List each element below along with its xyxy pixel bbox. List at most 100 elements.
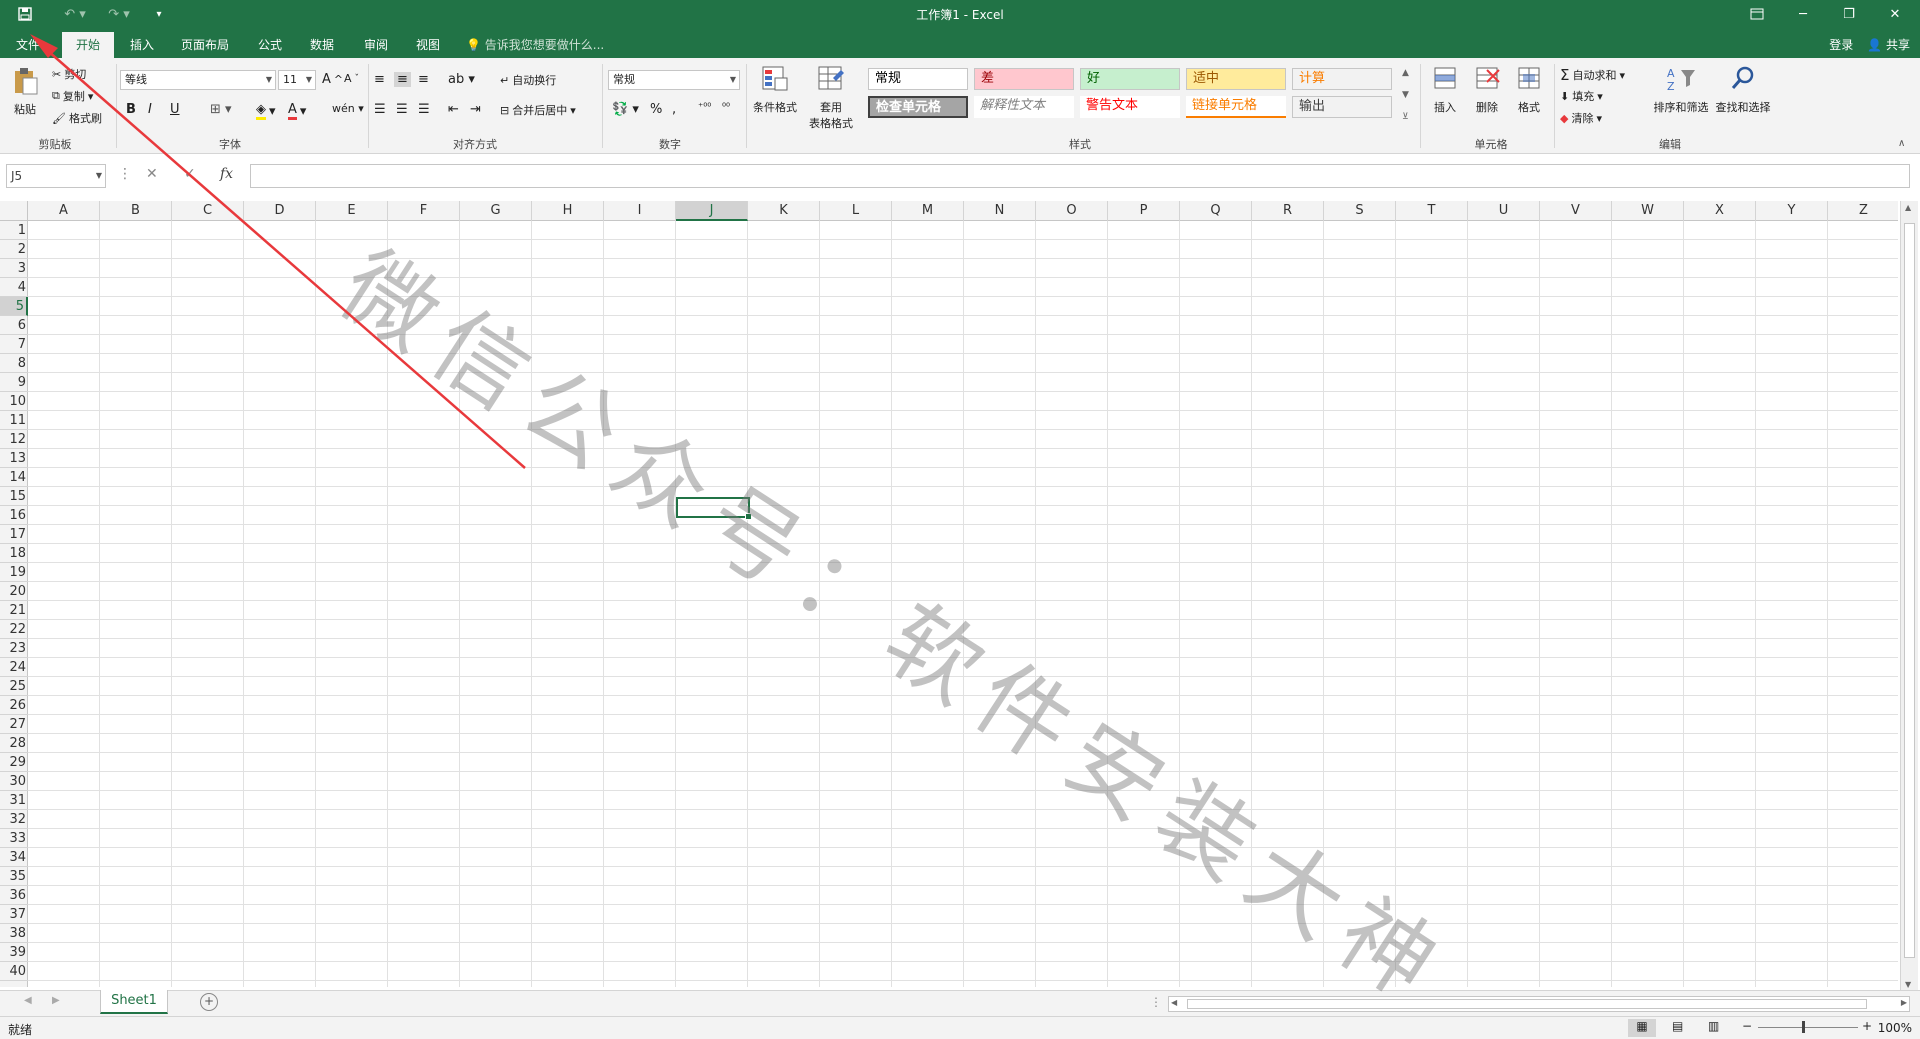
increase-indent-icon[interactable]: ⇥ xyxy=(470,102,481,117)
decrease-decimal-icon[interactable]: ⁰⁰ xyxy=(722,102,730,113)
cancel-icon[interactable]: ✕ xyxy=(146,166,158,182)
tab-home[interactable]: 开始 xyxy=(62,32,114,58)
tab-data[interactable]: 数据 xyxy=(300,32,344,58)
row-header[interactable]: 1 xyxy=(0,221,28,240)
page-layout-view-icon[interactable]: ▤ xyxy=(1672,1019,1683,1033)
split-handle-icon[interactable]: ⋮ xyxy=(1150,995,1162,1009)
font-color-icon[interactable]: A ▾ xyxy=(288,102,306,120)
font-name-select[interactable]: 等线 ▼ xyxy=(120,70,276,90)
merge-center-button[interactable]: ⊟ 合并后居中 ▾ xyxy=(500,102,576,118)
row-header[interactable]: 25 xyxy=(0,677,28,696)
sheet-next-icon[interactable]: ▶ xyxy=(52,995,60,1006)
h-scroll-thumb[interactable] xyxy=(1187,999,1867,1009)
scroll-up-icon[interactable]: ▲ xyxy=(1905,203,1911,212)
close-icon[interactable]: ✕ xyxy=(1872,0,1918,28)
cell-style-item[interactable]: 差 xyxy=(974,68,1074,90)
column-header[interactable]: H xyxy=(532,201,604,221)
zoom-level[interactable]: 100% xyxy=(1878,1021,1912,1035)
column-header[interactable]: R xyxy=(1252,201,1324,221)
row-header[interactable]: 15 xyxy=(0,487,28,506)
find-select-button[interactable]: 查找和选择 xyxy=(1712,64,1774,115)
tab-formulas[interactable]: 公式 xyxy=(248,32,292,58)
gallery-up-icon[interactable]: ▲ xyxy=(1402,68,1409,78)
tab-insert[interactable]: 插入 xyxy=(120,32,164,58)
ribbon-display-icon[interactable] xyxy=(1734,0,1780,28)
row-header[interactable]: 30 xyxy=(0,772,28,791)
column-header[interactable]: K xyxy=(748,201,820,221)
row-header[interactable]: 23 xyxy=(0,639,28,658)
cell-style-item[interactable]: 检查单元格 xyxy=(868,96,968,118)
row-header[interactable]: 24 xyxy=(0,658,28,677)
gallery-more-icon[interactable]: ⊻ xyxy=(1402,112,1409,122)
row-header[interactable]: 33 xyxy=(0,829,28,848)
row-header[interactable]: 20 xyxy=(0,582,28,601)
wrap-text-button[interactable]: ↵ 自动换行 xyxy=(500,72,556,88)
row-header[interactable]: 6 xyxy=(0,316,28,335)
percent-button[interactable]: % xyxy=(650,102,662,117)
row-header[interactable]: 16 xyxy=(0,506,28,525)
minimize-icon[interactable]: ─ xyxy=(1780,0,1826,28)
column-header[interactable]: E xyxy=(316,201,388,221)
increase-decimal-icon[interactable]: ⁺⁰⁰ xyxy=(698,102,711,113)
align-bottom-icon[interactable]: ≡ xyxy=(418,72,429,87)
underline-button[interactable]: U xyxy=(170,102,180,117)
grow-font-button[interactable]: A ^ xyxy=(322,72,343,87)
row-header[interactable]: 7 xyxy=(0,335,28,354)
row-header[interactable]: 22 xyxy=(0,620,28,639)
cell-style-item[interactable]: 好 xyxy=(1080,68,1180,90)
italic-button[interactable]: I xyxy=(148,102,152,117)
column-header[interactable]: V xyxy=(1540,201,1612,221)
comma-icon[interactable]: , xyxy=(672,102,676,117)
gallery-down-icon[interactable]: ▼ xyxy=(1402,90,1409,100)
scroll-right-icon[interactable]: ▶ xyxy=(1901,998,1907,1007)
vertical-scrollbar[interactable]: ▲ ▼ xyxy=(1900,201,1918,991)
decrease-indent-icon[interactable]: ⇤ xyxy=(448,102,459,117)
cell-style-item[interactable]: 常规 xyxy=(868,68,968,90)
normal-view-icon[interactable]: ▦ xyxy=(1628,1019,1656,1037)
tell-me-box[interactable]: 💡 告诉我您想要做什么... xyxy=(466,32,604,58)
zoom-out-icon[interactable]: − xyxy=(1742,1019,1752,1033)
row-header[interactable]: 36 xyxy=(0,886,28,905)
column-header[interactable]: O xyxy=(1036,201,1108,221)
cell-style-item[interactable]: 链接单元格 xyxy=(1186,96,1286,118)
column-header[interactable]: C xyxy=(172,201,244,221)
column-header[interactable]: Z xyxy=(1828,201,1898,221)
bold-button[interactable]: B xyxy=(126,102,136,117)
zoom-slider[interactable] xyxy=(1758,1027,1858,1028)
select-all-corner[interactable] xyxy=(0,201,28,221)
border-icon[interactable]: ⊞ ▾ xyxy=(210,102,232,117)
row-header[interactable]: 32 xyxy=(0,810,28,829)
formula-input[interactable] xyxy=(250,164,1910,188)
column-header[interactable]: J xyxy=(676,201,748,221)
tab-view[interactable]: 视图 xyxy=(406,32,450,58)
row-header[interactable]: 37 xyxy=(0,905,28,924)
phonetic-icon[interactable]: wén ▾ xyxy=(332,102,364,115)
column-header[interactable]: D xyxy=(244,201,316,221)
column-header[interactable]: N xyxy=(964,201,1036,221)
column-header[interactable]: X xyxy=(1684,201,1756,221)
cell-style-item[interactable]: 计算 xyxy=(1292,68,1392,90)
tab-page-layout[interactable]: 页面布局 xyxy=(172,32,238,58)
align-right-icon[interactable]: ☰ xyxy=(418,102,430,117)
align-top-icon[interactable]: ≡ xyxy=(374,72,385,87)
format-cells-button[interactable]: 格式 xyxy=(1504,64,1554,115)
cell-style-item[interactable]: 输出 xyxy=(1292,96,1392,118)
column-header[interactable]: G xyxy=(460,201,532,221)
column-header[interactable]: F xyxy=(388,201,460,221)
insert-function-button[interactable]: fx xyxy=(220,166,233,182)
row-header[interactable]: 4 xyxy=(0,278,28,297)
column-header[interactable]: W xyxy=(1612,201,1684,221)
name-box[interactable]: J5 ▼ xyxy=(6,164,106,188)
column-header[interactable]: I xyxy=(604,201,676,221)
row-header[interactable]: 14 xyxy=(0,468,28,487)
column-header[interactable]: M xyxy=(892,201,964,221)
row-header[interactable]: 31 xyxy=(0,791,28,810)
accounting-icon[interactable]: 💱 ▾ xyxy=(612,102,639,117)
zoom-in-icon[interactable]: + xyxy=(1862,1019,1872,1033)
copy-button[interactable]: ⧉ 复制 ▾ xyxy=(52,88,93,104)
align-middle-icon[interactable]: ≡ xyxy=(394,72,411,87)
column-header[interactable]: Y xyxy=(1756,201,1828,221)
column-header[interactable]: U xyxy=(1468,201,1540,221)
fill-button[interactable]: ⬇ 填充 ▾ xyxy=(1560,88,1603,104)
autosum-button[interactable]: Σ 自动求和 ▾ xyxy=(1560,66,1625,84)
